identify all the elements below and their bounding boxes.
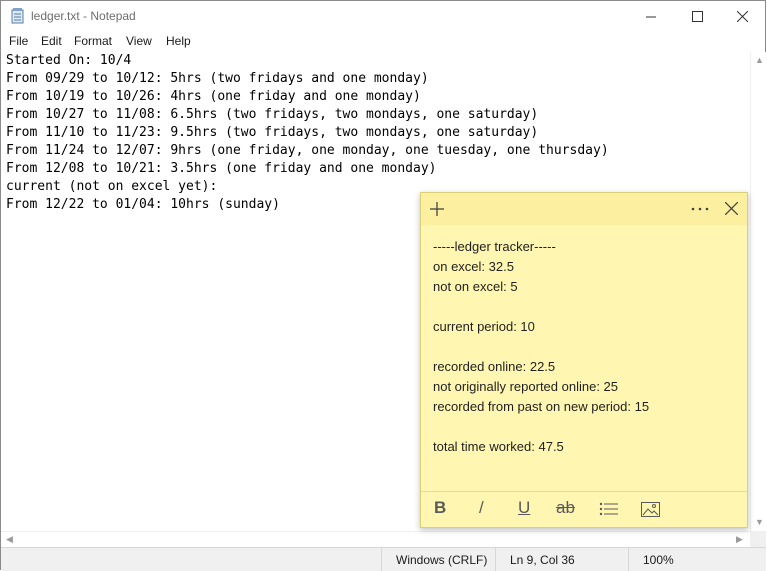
close-note-icon[interactable] (725, 202, 738, 215)
menu-edit[interactable]: Edit (41, 34, 62, 48)
note-line: not originally reported online: 25 (433, 379, 619, 394)
status-cursor-position: Ln 9, Col 36 (495, 548, 628, 571)
text-line: From 09/29 to 10/12: 5hrs (two fridays a… (6, 71, 429, 86)
underline-button[interactable]: U (518, 498, 530, 518)
sticky-note-header[interactable] (421, 193, 747, 225)
menu-help[interactable]: Help (166, 34, 191, 48)
title-bar[interactable]: ledger.txt - Notepad (1, 1, 765, 32)
bold-button[interactable]: B (434, 498, 446, 518)
scroll-right-icon[interactable]: ▶ (736, 534, 743, 545)
text-line: From 11/10 to 11/23: 9.5hrs (two fridays… (6, 125, 539, 140)
text-line: Started On: 10/4 (6, 53, 132, 68)
note-line: not on excel: 5 (433, 279, 518, 294)
italic-button[interactable]: / (479, 498, 484, 518)
note-line: total time worked: 47.5 (433, 439, 564, 454)
more-options-icon[interactable] (691, 207, 709, 211)
plus-icon[interactable] (429, 201, 445, 217)
note-line: current period: 10 (433, 319, 535, 334)
bullet-list-icon[interactable] (599, 502, 618, 517)
maximize-icon (691, 11, 703, 22)
close-button[interactable] (719, 1, 765, 32)
text-line: From 10/19 to 10/26: 4hrs (one friday an… (6, 89, 421, 104)
text-line: From 12/22 to 01/04: 10hrs (sunday) (6, 197, 280, 212)
scroll-down-icon[interactable]: ▼ (755, 517, 764, 527)
note-line: on excel: 32.5 (433, 259, 514, 274)
horizontal-scrollbar[interactable]: ◀ ▶ (1, 531, 750, 548)
menu-bar: File Edit Format View Help (1, 32, 765, 52)
minimize-icon (646, 16, 656, 17)
scroll-corner (750, 531, 766, 547)
status-line-ending: Windows (CRLF) (381, 548, 495, 571)
scroll-up-icon[interactable]: ▲ (755, 55, 764, 65)
sticky-note[interactable]: -----ledger tracker----- on excel: 32.5 … (420, 192, 748, 528)
text-line: From 10/27 to 11/08: 6.5hrs (two fridays… (6, 107, 539, 122)
maximize-button[interactable] (674, 1, 720, 32)
text-line: From 12/08 to 10/21: 3.5hrs (one friday … (6, 161, 437, 176)
text-line: current (not on excel yet): (6, 179, 218, 194)
minimize-button[interactable] (628, 1, 674, 32)
strikethrough-button[interactable]: ab (556, 498, 575, 518)
window-title: ledger.txt - Notepad (31, 9, 136, 23)
text-line: From 11/24 to 12/07: 9hrs (one friday, o… (6, 143, 609, 158)
status-bar: Windows (CRLF) Ln 9, Col 36 100% (1, 547, 766, 571)
note-line: recorded online: 22.5 (433, 359, 556, 374)
note-line: recorded from past on new period: 15 (433, 399, 650, 414)
note-formatting-toolbar: B / U ab (421, 491, 747, 528)
scroll-left-icon[interactable]: ◀ (6, 534, 13, 545)
vertical-scrollbar[interactable]: ▲ ▼ (750, 52, 767, 531)
note-line: -----ledger tracker----- (433, 239, 556, 254)
menu-format[interactable]: Format (74, 34, 112, 48)
menu-file[interactable]: File (9, 34, 28, 48)
menu-view[interactable]: View (126, 34, 152, 48)
notepad-icon (11, 8, 24, 24)
close-icon (736, 11, 748, 22)
status-zoom: 100% (628, 548, 766, 571)
image-icon[interactable] (641, 502, 660, 517)
